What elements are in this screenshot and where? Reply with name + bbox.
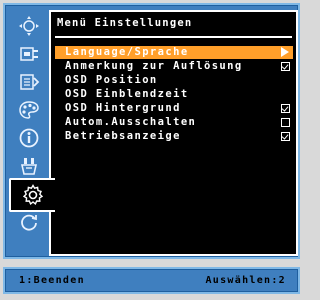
settings-menu: Language/Sprache Anmerkung zur Auflösung… [55, 46, 293, 144]
input-source-icon [20, 46, 38, 61]
title-divider [55, 36, 292, 38]
sidebar-item-reset[interactable] [13, 209, 45, 234]
sidebar [9, 13, 55, 243]
exit-hint: 1:Beenden [19, 275, 85, 286]
menu-item-label: Betriebsanzeige [65, 130, 181, 142]
menu-item-osd-background[interactable]: OSD Hintergrund [55, 102, 293, 115]
menu-item-label: Autom.Ausschalten [65, 116, 197, 128]
info-icon [19, 128, 39, 147]
menu-item-label: OSD Position [65, 74, 158, 86]
menu-item-label: Anmerkung zur Auflösung [65, 60, 243, 72]
sidebar-item-color[interactable] [13, 97, 45, 122]
menu-item-auto-power-off[interactable]: Autom.Ausschalten [55, 116, 293, 129]
gear-icon [22, 184, 44, 206]
sidebar-item-tools[interactable] [13, 153, 45, 178]
osd-background-checkbox[interactable] [280, 103, 290, 113]
menu-item-label: Language/Sprache [65, 46, 189, 58]
menu-item-power-indicator[interactable]: Betriebsanzeige [55, 130, 293, 143]
settings-panel: Menü Einstellungen Language/Sprache Anme… [49, 10, 298, 256]
menu-item-osd-timeout[interactable]: OSD Einblendzeit [55, 88, 293, 101]
display-adjust-icon [20, 73, 40, 90]
status-bar: 1:Beenden Auswählen:2 [3, 267, 300, 294]
sidebar-item-input[interactable] [13, 41, 45, 66]
color-palette-icon [19, 100, 39, 119]
submenu-arrow-icon [281, 47, 289, 57]
menu-item-label: OSD Einblendzeit [65, 88, 189, 100]
menu-item-language[interactable]: Language/Sprache [55, 46, 293, 59]
menu-item-label: OSD Hintergrund [65, 102, 181, 114]
tools-icon [21, 157, 37, 175]
osd-window: Menü Einstellungen Language/Sprache Anme… [3, 3, 300, 259]
select-hint: Auswählen:2 [205, 275, 286, 286]
menu-item-resolution-notice[interactable]: Anmerkung zur Auflösung [55, 60, 293, 73]
move-icon [19, 15, 39, 36]
page-title: Menü Einstellungen [57, 17, 193, 29]
sidebar-item-settings[interactable] [9, 178, 55, 212]
reset-icon [21, 214, 37, 231]
power-indicator-checkbox[interactable] [280, 131, 290, 141]
auto-power-off-checkbox[interactable] [280, 117, 290, 127]
sidebar-item-info[interactable] [13, 125, 45, 150]
resolution-notice-checkbox[interactable] [280, 61, 290, 71]
menu-item-osd-position[interactable]: OSD Position [55, 74, 293, 87]
sidebar-item-position[interactable] [13, 13, 45, 38]
sidebar-item-display[interactable] [13, 69, 45, 94]
